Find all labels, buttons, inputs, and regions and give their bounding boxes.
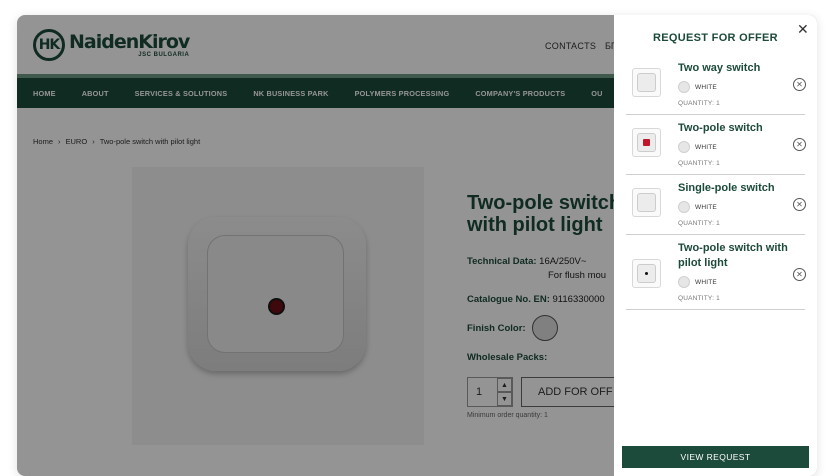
color-label: WHITE xyxy=(695,203,717,211)
color-dot xyxy=(678,201,690,213)
request-item: Two way switch WHITE QUANTITY: 1 ✕ xyxy=(626,55,806,115)
item-color: WHITE xyxy=(678,141,717,153)
color-dot xyxy=(678,276,690,288)
item-name[interactable]: Two-pole switch with pilot light xyxy=(678,241,788,271)
request-item: Single-pole switch WHITE QUANTITY: 1 ✕ xyxy=(626,175,806,235)
request-item: Two-pole switch WHITE QUANTITY: 1 ✕ xyxy=(626,115,806,175)
remove-icon[interactable]: ✕ xyxy=(793,198,806,211)
switch-thumb-icon xyxy=(637,264,656,283)
item-name[interactable]: Single-pole switch xyxy=(678,181,788,196)
item-quantity: QUANTITY: 1 xyxy=(678,100,720,107)
item-color: WHITE xyxy=(678,201,717,213)
request-item: Two-pole switch with pilot light WHITE Q… xyxy=(626,235,806,310)
view-request-button[interactable]: VIEW REQUEST xyxy=(622,446,809,468)
request-panel: ✕ REQUEST FOR OFFER Two way switch WHITE… xyxy=(614,15,817,476)
item-thumbnail xyxy=(632,188,661,217)
color-label: WHITE xyxy=(695,278,717,286)
remove-icon[interactable]: ✕ xyxy=(793,138,806,151)
remove-icon[interactable]: ✕ xyxy=(793,268,806,281)
item-thumbnail xyxy=(632,128,661,157)
switch-thumb-icon xyxy=(637,133,656,152)
color-dot xyxy=(678,81,690,93)
switch-thumb-icon xyxy=(637,193,656,212)
item-quantity: QUANTITY: 1 xyxy=(678,220,720,227)
panel-title: REQUEST FOR OFFER xyxy=(653,32,778,44)
remove-icon[interactable]: ✕ xyxy=(793,78,806,91)
request-list: Two way switch WHITE QUANTITY: 1 ✕ Two-p… xyxy=(626,55,806,310)
color-label: WHITE xyxy=(695,83,717,91)
switch-thumb-icon xyxy=(637,73,656,92)
color-label: WHITE xyxy=(695,143,717,151)
item-color: WHITE xyxy=(678,276,717,288)
item-name[interactable]: Two-pole switch xyxy=(678,121,788,136)
browser-frame: HK NaidenKirov JSC BULGARIA CONTACTS БГ … xyxy=(17,15,817,476)
item-quantity: QUANTITY: 1 xyxy=(678,295,720,302)
item-quantity: QUANTITY: 1 xyxy=(678,160,720,167)
item-thumbnail xyxy=(632,68,661,97)
item-name[interactable]: Two way switch xyxy=(678,61,788,76)
item-color: WHITE xyxy=(678,81,717,93)
item-thumbnail xyxy=(632,259,661,288)
color-dot xyxy=(678,141,690,153)
